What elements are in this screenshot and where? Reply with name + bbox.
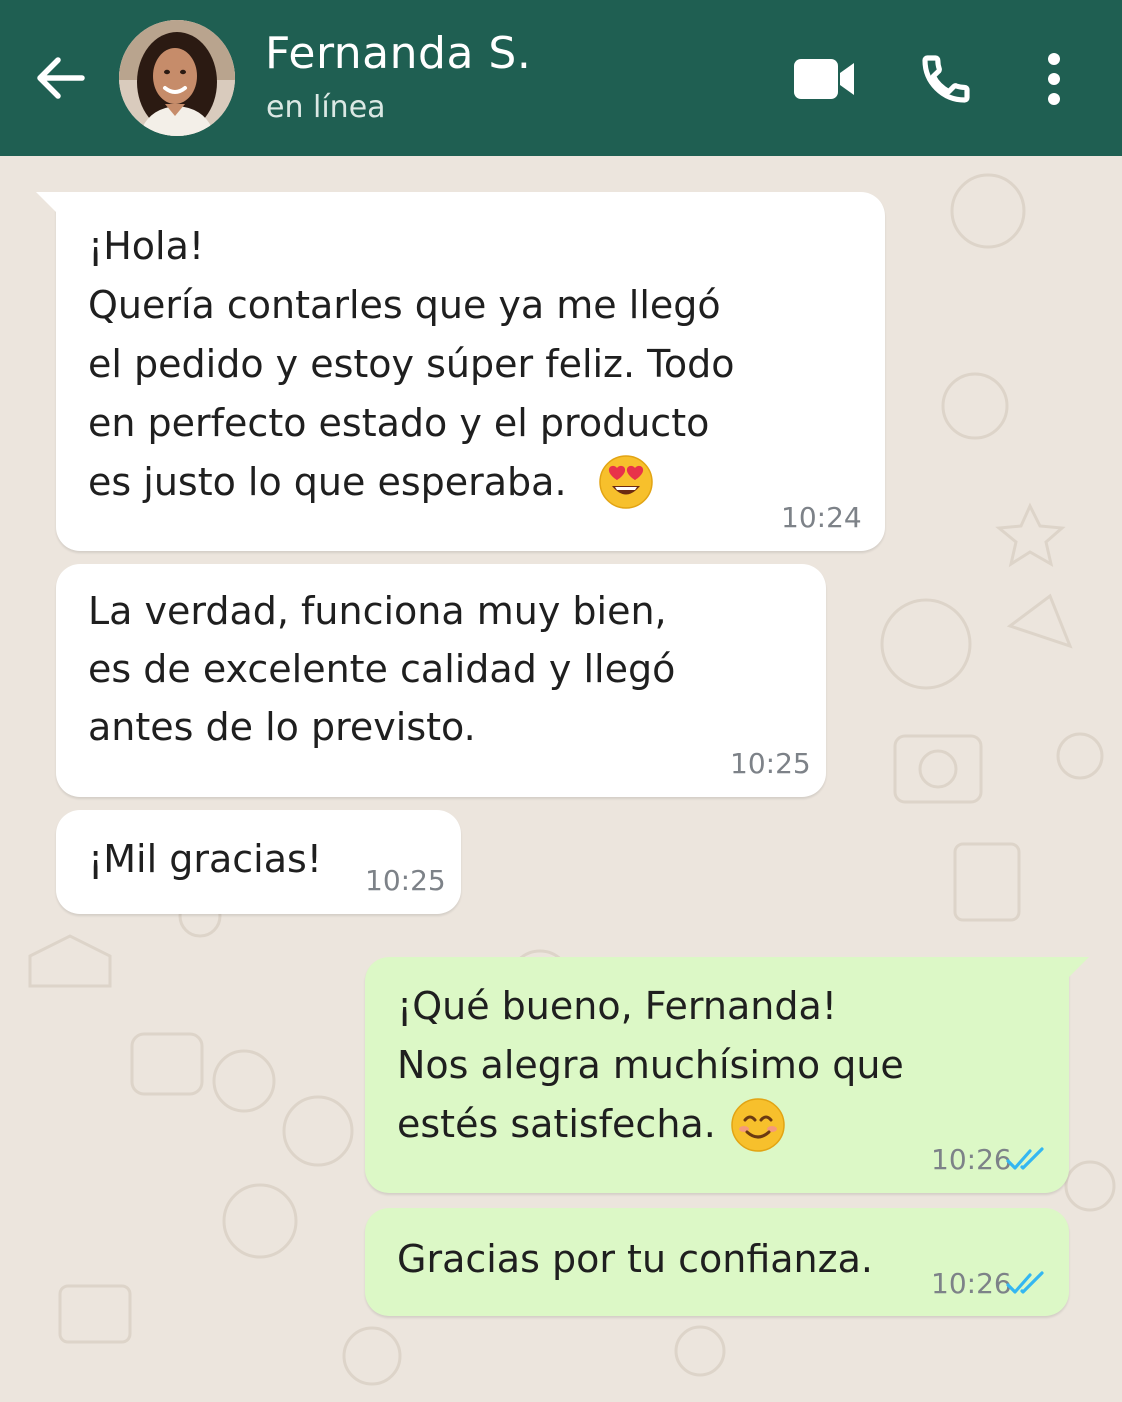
bubble-tail: [36, 192, 60, 216]
message-line: Quería contarles que ya me llegó: [88, 283, 721, 327]
message-time: 10:24: [781, 501, 862, 534]
back-button[interactable]: [30, 48, 90, 108]
phone-icon: [922, 55, 970, 103]
heart-eyes-emoji: [599, 455, 653, 509]
read-double-check-icon: [1006, 1147, 1044, 1170]
smiling-face-emoji: [731, 1098, 785, 1152]
message-time: 10:25: [365, 864, 446, 897]
message-line: ¡Qué bueno, Fernanda!: [397, 984, 837, 1028]
message-line: ¡Mil gracias!: [88, 837, 323, 881]
message-time: 10:26: [931, 1267, 1012, 1300]
message-line: el pedido y estoy súper feliz. Todo: [88, 342, 735, 386]
message-line: en perfecto estado y el producto: [88, 401, 710, 445]
read-double-check-icon: [1006, 1271, 1044, 1294]
message-line: antes de lo previsto.: [88, 705, 476, 749]
more-vert-icon: [1048, 53, 1060, 105]
contact-status: en línea: [266, 90, 386, 125]
avatar-image: [119, 20, 235, 136]
message-line: Gracias por tu confianza.: [397, 1237, 873, 1281]
message-bubble-incoming[interactable]: La verdad, funciona muy bien, es de exce…: [56, 564, 826, 797]
message-line: es justo lo que esperaba.: [88, 460, 567, 504]
message-bubble-incoming[interactable]: ¡Hola! Quería contarles que ya me llegó …: [36, 192, 885, 551]
more-options-button[interactable]: [1030, 46, 1078, 112]
message-time: 10:25: [730, 747, 811, 780]
message-line: ¡Hola!: [88, 224, 205, 268]
contact-name[interactable]: Fernanda S.: [265, 28, 531, 79]
video-call-icon: [794, 59, 854, 99]
message-line: Nos alegra muchísimo que: [397, 1043, 904, 1087]
message-line: estés satisfecha.: [397, 1102, 716, 1146]
message-bubble-outgoing[interactable]: ¡Qué bueno, Fernanda! Nos alegra muchísi…: [365, 957, 1089, 1193]
video-call-button[interactable]: [786, 50, 862, 108]
bubble-tail: [1065, 957, 1089, 981]
message-bubble-outgoing[interactable]: Gracias por tu confianza. 10:26: [365, 1208, 1069, 1316]
message-line: es de excelente calidad y llegó: [88, 647, 676, 691]
message-bubble-incoming[interactable]: ¡Mil gracias! 10:25: [56, 810, 461, 914]
avatar[interactable]: [119, 20, 235, 136]
chat-header: Fernanda S. en línea: [0, 0, 1122, 156]
voice-call-button[interactable]: [913, 48, 979, 110]
chat-area[interactable]: ¡Hola! Quería contarles que ya me llegó …: [0, 156, 1122, 1402]
message-time: 10:26: [931, 1143, 1012, 1176]
message-line: La verdad, funciona muy bien,: [88, 589, 667, 633]
back-arrow-icon: [37, 57, 85, 99]
